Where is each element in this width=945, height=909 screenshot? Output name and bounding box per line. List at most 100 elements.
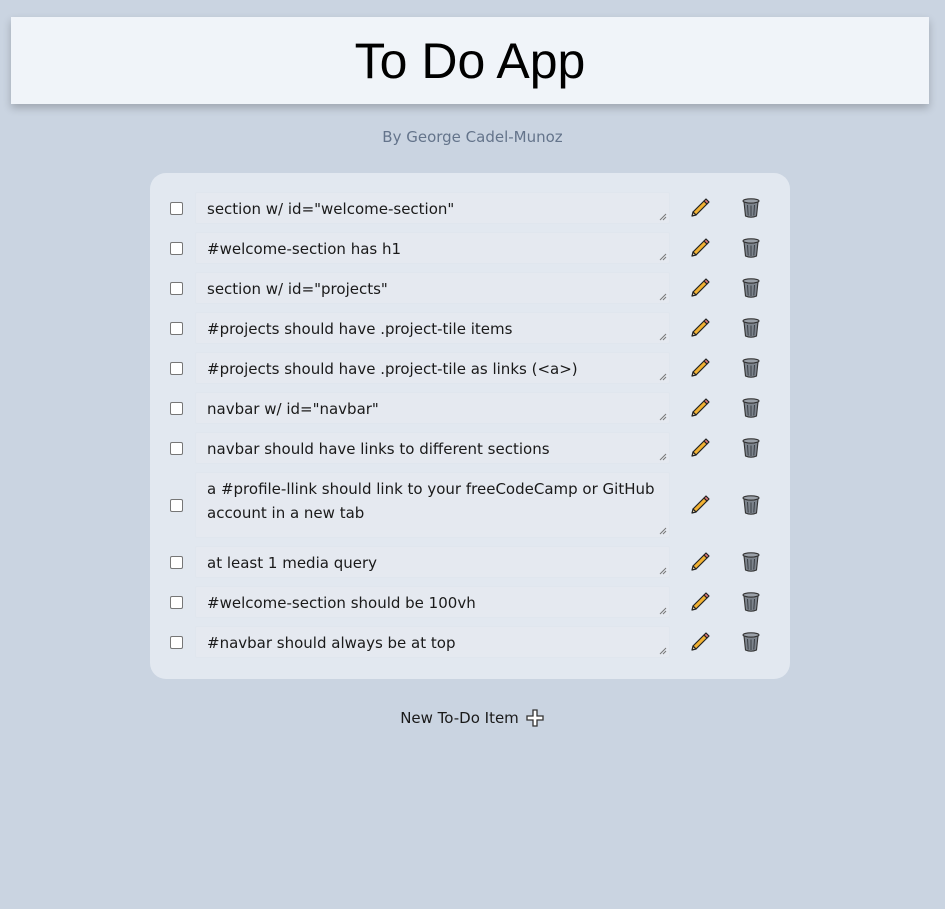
todo-checkbox[interactable] xyxy=(170,362,183,375)
trash-icon xyxy=(741,357,761,379)
delete-button[interactable] xyxy=(739,550,763,574)
todo-text-field[interactable]: #welcome-section should be 100vh xyxy=(195,586,670,618)
pencil-icon xyxy=(689,357,711,379)
trash-icon xyxy=(741,631,761,653)
todo-text: at least 1 media query xyxy=(207,554,377,572)
todo-text-field[interactable]: navbar w/ id="navbar" xyxy=(195,392,670,424)
todo-text: section w/ id="projects" xyxy=(207,280,388,298)
todo-checkbox[interactable] xyxy=(170,636,183,649)
trash-icon xyxy=(741,277,761,299)
todo-checkbox[interactable] xyxy=(170,242,183,255)
todo-text: a #profile-llink should link to your fre… xyxy=(207,480,655,522)
todo-text-field[interactable]: at least 1 media query xyxy=(195,546,670,578)
delete-button[interactable] xyxy=(739,590,763,614)
pencil-icon xyxy=(689,277,711,299)
resize-handle-icon[interactable] xyxy=(658,526,667,535)
todo-text: navbar w/ id="navbar" xyxy=(207,400,379,418)
resize-handle-icon[interactable] xyxy=(658,566,667,575)
edit-button[interactable] xyxy=(688,590,712,614)
trash-icon xyxy=(741,494,761,516)
edit-button[interactable] xyxy=(688,630,712,654)
resize-handle-icon[interactable] xyxy=(658,332,667,341)
trash-icon xyxy=(741,317,761,339)
todo-checkbox[interactable] xyxy=(170,282,183,295)
edit-button[interactable] xyxy=(688,493,712,517)
edit-button[interactable] xyxy=(688,316,712,340)
todo-text-field[interactable]: #navbar should always be at top xyxy=(195,626,670,658)
todo-text-field[interactable]: section w/ id="projects" xyxy=(195,272,670,304)
todo-checkbox[interactable] xyxy=(170,596,183,609)
todo-text: #projects should have .project-tile as l… xyxy=(207,360,578,378)
pencil-icon xyxy=(689,631,711,653)
edit-button[interactable] xyxy=(688,550,712,574)
resize-handle-icon[interactable] xyxy=(658,606,667,615)
trash-icon xyxy=(741,551,761,573)
pencil-icon xyxy=(689,591,711,613)
resize-handle-icon[interactable] xyxy=(658,452,667,461)
todo-item: navbar should have links to different se… xyxy=(150,432,790,464)
resize-handle-icon[interactable] xyxy=(658,372,667,381)
todo-item: section w/ id="projects" xyxy=(150,272,790,304)
edit-button[interactable] xyxy=(688,356,712,380)
todo-item: a #profile-llink should link to your fre… xyxy=(150,472,790,538)
edit-button[interactable] xyxy=(688,196,712,220)
pencil-icon xyxy=(689,551,711,573)
todo-item: at least 1 media query xyxy=(150,546,790,578)
resize-handle-icon[interactable] xyxy=(658,252,667,261)
trash-icon xyxy=(741,397,761,419)
pencil-icon xyxy=(689,494,711,516)
pencil-icon xyxy=(689,437,711,459)
delete-button[interactable] xyxy=(739,356,763,380)
todo-text-field[interactable]: #projects should have .project-tile item… xyxy=(195,312,670,344)
edit-button[interactable] xyxy=(688,236,712,260)
delete-button[interactable] xyxy=(739,276,763,300)
todo-item: section w/ id="welcome-section" xyxy=(150,192,790,224)
todo-item: #navbar should always be at top xyxy=(150,626,790,658)
todo-item: #projects should have .project-tile item… xyxy=(150,312,790,344)
edit-button[interactable] xyxy=(688,436,712,460)
delete-button[interactable] xyxy=(739,236,763,260)
trash-icon xyxy=(741,197,761,219)
todo-checkbox[interactable] xyxy=(170,556,183,569)
delete-button[interactable] xyxy=(739,396,763,420)
todo-item: #projects should have .project-tile as l… xyxy=(150,352,790,384)
new-todo-button[interactable]: New To-Do Item xyxy=(0,708,945,728)
resize-handle-icon[interactable] xyxy=(658,412,667,421)
todo-text-field[interactable]: #welcome-section has h1 xyxy=(195,232,670,264)
edit-button[interactable] xyxy=(688,396,712,420)
todo-item: navbar w/ id="navbar" xyxy=(150,392,790,424)
todo-checkbox[interactable] xyxy=(170,499,183,512)
resize-handle-icon[interactable] xyxy=(658,646,667,655)
todo-checkbox[interactable] xyxy=(170,442,183,455)
todo-text: #welcome-section should be 100vh xyxy=(207,594,476,612)
pencil-icon xyxy=(689,397,711,419)
todo-text: #navbar should always be at top xyxy=(207,634,456,652)
todo-text-field[interactable]: a #profile-llink should link to your fre… xyxy=(195,472,670,538)
todo-text-field[interactable]: navbar should have links to different se… xyxy=(195,432,670,464)
pencil-icon xyxy=(689,237,711,259)
trash-icon xyxy=(741,237,761,259)
todo-text: navbar should have links to different se… xyxy=(207,440,550,458)
author-byline: By George Cadel-Munoz xyxy=(382,128,563,146)
todo-list: section w/ id="welcome-section" #welcome-… xyxy=(150,173,790,679)
delete-button[interactable] xyxy=(739,196,763,220)
todo-item: #welcome-section should be 100vh xyxy=(150,586,790,618)
plus-icon xyxy=(526,709,544,727)
delete-button[interactable] xyxy=(739,493,763,517)
pencil-icon xyxy=(689,197,711,219)
pencil-icon xyxy=(689,317,711,339)
todo-text-field[interactable]: #projects should have .project-tile as l… xyxy=(195,352,670,384)
trash-icon xyxy=(741,591,761,613)
todo-text-field[interactable]: section w/ id="welcome-section" xyxy=(195,192,670,224)
resize-handle-icon[interactable] xyxy=(658,292,667,301)
delete-button[interactable] xyxy=(739,630,763,654)
resize-handle-icon[interactable] xyxy=(658,212,667,221)
todo-checkbox[interactable] xyxy=(170,202,183,215)
todo-text: section w/ id="welcome-section" xyxy=(207,200,455,218)
new-todo-label: New To-Do Item xyxy=(400,709,519,727)
todo-checkbox[interactable] xyxy=(170,322,183,335)
delete-button[interactable] xyxy=(739,436,763,460)
todo-checkbox[interactable] xyxy=(170,402,183,415)
edit-button[interactable] xyxy=(688,276,712,300)
delete-button[interactable] xyxy=(739,316,763,340)
